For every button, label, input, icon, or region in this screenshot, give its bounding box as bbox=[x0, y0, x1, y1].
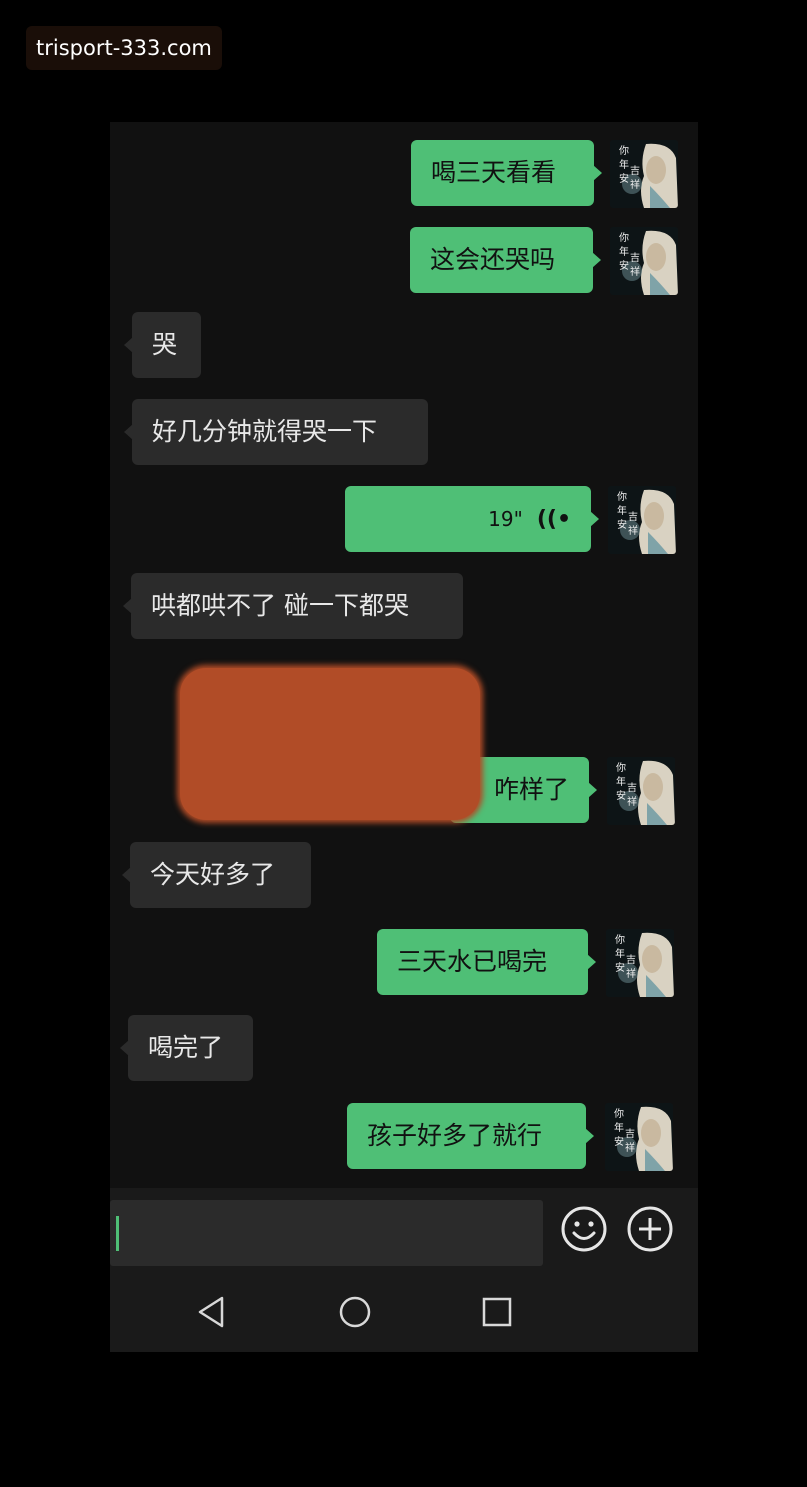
avatar[interactable]: 你年安吉祥 bbox=[607, 757, 675, 825]
avatar-char: 年 bbox=[619, 158, 629, 171]
message-list[interactable]: 喝三天看看 你年安吉祥 这会还哭吗 你年安吉祥 哭 好几分钟就得哭一下 19"(… bbox=[110, 122, 698, 1188]
avatar-char: 你 bbox=[619, 144, 629, 157]
avatar[interactable]: 你年安吉祥 bbox=[608, 486, 676, 554]
avatar-char: 祥 bbox=[627, 795, 637, 808]
avatar-char: 年 bbox=[614, 1121, 624, 1134]
avatar-char: 祥 bbox=[628, 524, 638, 537]
back-triangle-icon[interactable] bbox=[192, 1292, 232, 1332]
avatar-char: 你 bbox=[617, 490, 627, 503]
incoming-message[interactable]: 哄都哄不了 碰一下都哭 bbox=[123, 573, 463, 639]
avatar-char: 年 bbox=[615, 947, 625, 960]
input-bar bbox=[110, 1188, 698, 1272]
avatar-char: 年 bbox=[619, 245, 629, 258]
avatar-char: 祥 bbox=[630, 265, 640, 278]
chat-screen: 喝三天看看 你年安吉祥 这会还哭吗 你年安吉祥 哭 好几分钟就得哭一下 19"(… bbox=[110, 122, 698, 1352]
smiley-icon[interactable] bbox=[561, 1206, 607, 1252]
avatar-char: 祥 bbox=[630, 178, 640, 191]
redaction-overlay bbox=[180, 668, 480, 820]
home-circle-icon[interactable] bbox=[335, 1292, 375, 1332]
recents-square-icon[interactable] bbox=[477, 1292, 517, 1332]
outgoing-message[interactable]: 三天水已喝完 bbox=[377, 929, 596, 995]
avatar-char: 你 bbox=[619, 231, 629, 244]
message-input[interactable] bbox=[110, 1200, 543, 1266]
avatar[interactable]: 你年安吉祥 bbox=[605, 1103, 673, 1171]
avatar-char: 吉 bbox=[627, 782, 637, 794]
system-nav-bar bbox=[110, 1272, 698, 1352]
avatar-char: 安 bbox=[615, 961, 625, 974]
voice-duration: 19" bbox=[488, 507, 523, 531]
portrait-image: 你年安吉祥 bbox=[610, 227, 678, 295]
avatar-char: 祥 bbox=[625, 1141, 635, 1154]
voice-message[interactable]: 19" ((• bbox=[345, 486, 599, 552]
avatar-char: 安 bbox=[614, 1135, 624, 1148]
avatar-char: 吉 bbox=[626, 954, 636, 966]
avatar-char: 年 bbox=[616, 775, 626, 788]
avatar[interactable]: 你年安吉祥 bbox=[610, 140, 678, 208]
avatar-char: 安 bbox=[616, 789, 626, 802]
avatar-char: 安 bbox=[617, 518, 627, 531]
plus-circle-icon[interactable] bbox=[627, 1206, 673, 1252]
avatar-char: 你 bbox=[614, 1107, 624, 1120]
avatar-char: 安 bbox=[619, 172, 629, 185]
watermark: trisport-333.com bbox=[26, 26, 222, 70]
outgoing-message[interactable]: 喝三天看看 bbox=[411, 140, 602, 206]
avatar-char: 吉 bbox=[625, 1128, 635, 1140]
portrait-image: 你年安吉祥 bbox=[608, 486, 676, 554]
avatar-char: 祥 bbox=[626, 967, 636, 980]
avatar[interactable]: 你年安吉祥 bbox=[606, 929, 674, 997]
incoming-message[interactable]: 好几分钟就得哭一下 bbox=[124, 399, 428, 465]
portrait-image: 你年安吉祥 bbox=[610, 140, 678, 208]
portrait-image: 你年安吉祥 bbox=[606, 929, 674, 997]
avatar-char: 你 bbox=[616, 761, 626, 774]
avatar-char: 你 bbox=[615, 933, 625, 946]
outgoing-message[interactable]: 这会还哭吗 bbox=[410, 227, 601, 293]
voice-wave-icon: ((• bbox=[536, 507, 571, 532]
outgoing-message[interactable]: 孩子好多了就行 bbox=[347, 1103, 594, 1169]
avatar-char: 吉 bbox=[630, 252, 640, 264]
avatar-char: 吉 bbox=[628, 511, 638, 523]
incoming-message[interactable]: 喝完了 bbox=[120, 1015, 253, 1081]
incoming-message[interactable]: 今天好多了 bbox=[122, 842, 311, 908]
text-caret bbox=[116, 1216, 119, 1251]
avatar[interactable]: 你年安吉祥 bbox=[610, 227, 678, 295]
avatar-char: 吉 bbox=[630, 165, 640, 177]
incoming-message[interactable]: 哭 bbox=[124, 312, 201, 378]
avatar-char: 年 bbox=[617, 504, 627, 517]
portrait-image: 你年安吉祥 bbox=[605, 1103, 673, 1171]
avatar-char: 安 bbox=[619, 259, 629, 272]
portrait-image: 你年安吉祥 bbox=[607, 757, 675, 825]
